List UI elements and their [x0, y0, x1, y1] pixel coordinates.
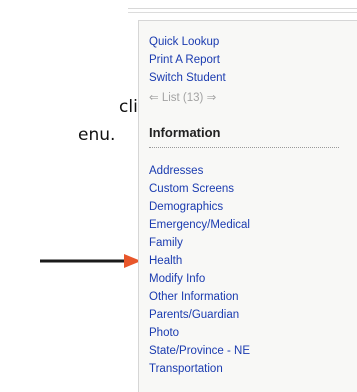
section-divider: [149, 147, 339, 148]
list-count-label: List (13): [161, 92, 204, 104]
parents-guardian-link[interactable]: Parents/Guardian: [149, 308, 239, 322]
student-sidebar-menu: Quick Lookup Print A Report Switch Stude…: [138, 20, 357, 392]
switch-student-link[interactable]: Switch Student: [149, 71, 226, 85]
emergency-medical-link[interactable]: Emergency/Medical: [149, 218, 250, 232]
right-arrow-icon[interactable]: ⇒: [207, 91, 217, 105]
transportation-link[interactable]: Transportation: [149, 362, 223, 376]
information-section-title: Information: [149, 125, 221, 140]
pointer-arrow-icon: [40, 254, 141, 268]
state-province-link[interactable]: State/Province - NE: [149, 344, 250, 358]
other-information-link[interactable]: Other Information: [149, 290, 238, 304]
top-divider-secondary: [128, 12, 357, 13]
quick-lookup-link[interactable]: Quick Lookup: [149, 35, 219, 49]
custom-screens-link[interactable]: Custom Screens: [149, 182, 234, 196]
instruction-text-line-2: enu.: [78, 125, 116, 145]
modify-info-link[interactable]: Modify Info: [149, 272, 205, 286]
addresses-link[interactable]: Addresses: [149, 164, 203, 178]
demographics-link[interactable]: Demographics: [149, 200, 223, 214]
photo-link[interactable]: Photo: [149, 326, 179, 340]
list-navigation: ⇐ List (13) ⇒: [149, 91, 216, 105]
health-link[interactable]: Health: [149, 254, 182, 268]
left-arrow-icon[interactable]: ⇐: [149, 91, 159, 105]
print-report-link[interactable]: Print A Report: [149, 53, 220, 67]
family-link[interactable]: Family: [149, 236, 183, 250]
top-divider: [128, 8, 357, 9]
